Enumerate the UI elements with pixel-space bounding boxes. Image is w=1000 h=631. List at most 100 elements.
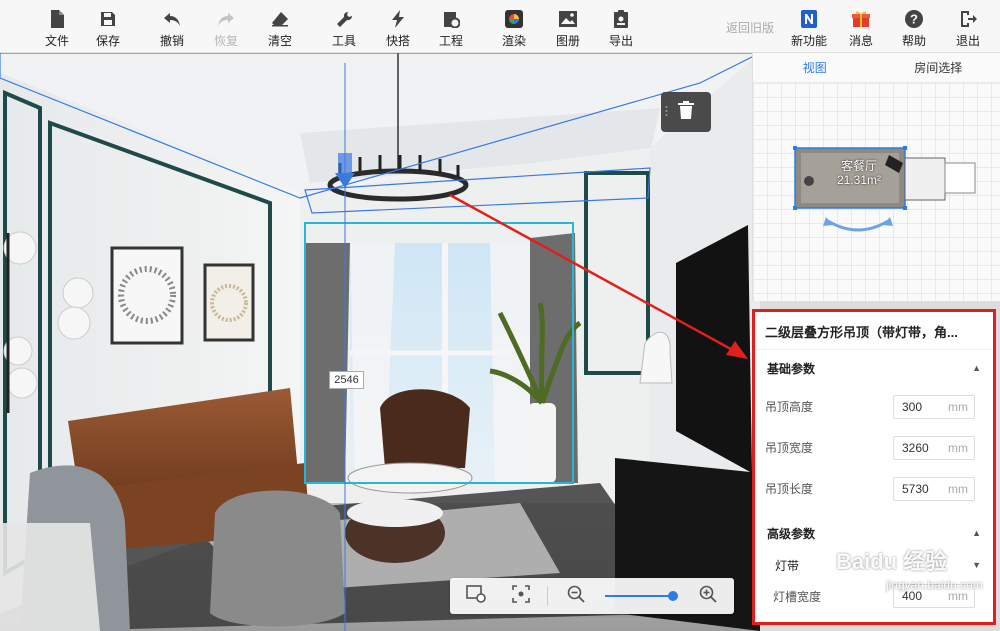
zoom-in-button[interactable]	[696, 584, 720, 608]
project-button[interactable]: 工程	[436, 0, 466, 53]
view-settings-icon	[466, 584, 486, 608]
room-area: 21.31m²	[837, 173, 882, 187]
zoom-slider-track[interactable]	[605, 595, 673, 597]
new-feature-icon	[798, 8, 820, 30]
ceiling-length-unit: mm	[948, 481, 968, 496]
message-label: 消息	[848, 34, 873, 48]
basic-params-label: 基础参数	[767, 361, 816, 376]
watermark-sub: jingyan.baidu.com	[886, 578, 983, 592]
quick-build-button[interactable]: 快搭	[383, 0, 413, 53]
help-label: 帮助	[901, 34, 926, 48]
new-feature-label: 新功能	[790, 34, 827, 48]
floor-minimap[interactable]: 客餐厅 21.31m²	[753, 83, 1000, 301]
ceiling-width-input[interactable]: 3260 mm	[893, 435, 975, 460]
delete-button[interactable]	[661, 92, 711, 132]
svg-text:?: ?	[910, 12, 918, 27]
ceiling-length-input[interactable]: 5730 mm	[893, 476, 975, 501]
zoom-toolbar	[450, 578, 734, 614]
save-button[interactable]: 保存	[93, 0, 123, 53]
collapse-caret-icon[interactable]: ▲	[972, 363, 981, 373]
file-icon	[46, 8, 68, 30]
dimension-label: 2546	[329, 371, 364, 389]
clear-button[interactable]: 清空	[265, 0, 295, 53]
save-icon	[97, 8, 119, 30]
save-label: 保存	[95, 34, 120, 48]
ceiling-height-input[interactable]: 300 mm	[893, 394, 975, 419]
tools-button[interactable]: 工具	[329, 0, 359, 53]
app-window: 2546 文件 保存 撤销 恢复 清空 工具 快搭 工程 渲染 图册 导出 返回…	[0, 0, 1000, 631]
album-label: 图册	[555, 34, 580, 48]
ceiling-length-row: 吊顶长度 5730 mm	[755, 468, 993, 509]
export-icon	[610, 8, 632, 30]
zoom-out-icon	[567, 585, 585, 608]
baidu-watermark: Baidu 经验 jingyan.baidu.com	[836, 544, 983, 592]
panel-title: 二级层叠方形吊顶（带灯带，角...	[755, 312, 993, 350]
view-tabs: 视图 房间选择	[753, 53, 1000, 83]
top-toolbar: 文件 保存 撤销 恢复 清空 工具 快搭 工程 渲染 图册 导出 返回旧版 新功…	[0, 0, 1000, 53]
render-icon	[503, 8, 525, 30]
message-button[interactable]: 消息	[846, 0, 876, 53]
ceiling-length-value: 5730	[902, 481, 929, 496]
view-settings-button[interactable]	[464, 584, 488, 608]
basic-params-header[interactable]: 基础参数 ▲	[755, 350, 993, 386]
focus-icon	[512, 584, 530, 608]
zoom-in-icon	[699, 585, 717, 608]
undo-icon	[161, 8, 183, 30]
trash-icon	[678, 100, 694, 124]
collapse-caret-icon[interactable]: ▲	[972, 528, 981, 538]
advanced-params-label: 高级参数	[767, 526, 816, 541]
zoom-out-button[interactable]	[564, 584, 588, 608]
undo-label: 撤销	[159, 34, 184, 48]
wrench-icon	[333, 8, 355, 30]
project-label: 工程	[438, 34, 463, 48]
eraser-icon	[269, 8, 291, 30]
redo-button[interactable]: 恢复	[211, 0, 241, 53]
light-strip-label: 灯带	[775, 558, 800, 573]
room-name: 客餐厅	[841, 159, 878, 173]
export-label: 导出	[608, 34, 633, 48]
new-feature-button[interactable]: 新功能	[789, 0, 829, 53]
divider	[547, 586, 548, 606]
watermark-main: Baidu 经验	[836, 549, 948, 574]
export-button[interactable]: 导出	[606, 0, 636, 53]
gift-icon	[850, 8, 872, 30]
drag-handle-icon	[665, 106, 668, 116]
tab-room-select[interactable]: 房间选择	[877, 53, 1000, 82]
help-button[interactable]: ? 帮助	[899, 0, 929, 53]
exit-label: 退出	[955, 34, 980, 48]
tools-label: 工具	[331, 34, 356, 48]
ceiling-height-row: 吊顶高度 300 mm	[755, 386, 993, 427]
help-icon: ?	[903, 8, 925, 30]
quick-build-label: 快搭	[385, 34, 410, 48]
ceiling-width-value: 3260	[902, 440, 929, 455]
expand-caret-icon[interactable]: ▼	[972, 560, 981, 570]
exit-icon	[957, 8, 979, 30]
render-button[interactable]: 渲染	[499, 0, 529, 53]
lightning-icon	[387, 8, 409, 30]
ceiling-height-label: 吊顶高度	[765, 400, 814, 414]
file-button[interactable]: 文件	[42, 0, 72, 53]
back-to-old-version-link[interactable]: 返回旧版	[726, 19, 774, 36]
ceiling-width-label: 吊顶宽度	[765, 441, 814, 455]
project-icon	[440, 8, 462, 30]
tab-view[interactable]: 视图	[753, 53, 877, 82]
ceiling-length-label: 吊顶长度	[765, 482, 814, 496]
exit-button[interactable]: 退出	[953, 0, 983, 53]
slot-width-label: 灯槽宽度	[773, 589, 822, 604]
file-label: 文件	[44, 34, 69, 48]
undo-button[interactable]: 撤销	[157, 0, 187, 53]
floorplan-drawing	[793, 146, 976, 232]
image-icon	[557, 8, 579, 30]
clear-label: 清空	[267, 34, 292, 48]
ceiling-width-row: 吊顶宽度 3260 mm	[755, 427, 993, 468]
redo-icon	[215, 8, 237, 30]
view-panel: 视图 房间选择 客餐厅 21.31m²	[752, 53, 1000, 301]
render-label: 渲染	[501, 34, 526, 48]
zoom-slider-handle[interactable]	[668, 591, 678, 601]
redo-label: 恢复	[213, 34, 238, 48]
ceiling-height-unit: mm	[948, 399, 968, 414]
ceiling-height-value: 300	[902, 399, 923, 414]
fit-view-button[interactable]	[509, 584, 533, 608]
ceiling-width-unit: mm	[948, 440, 968, 455]
album-button[interactable]: 图册	[553, 0, 583, 53]
